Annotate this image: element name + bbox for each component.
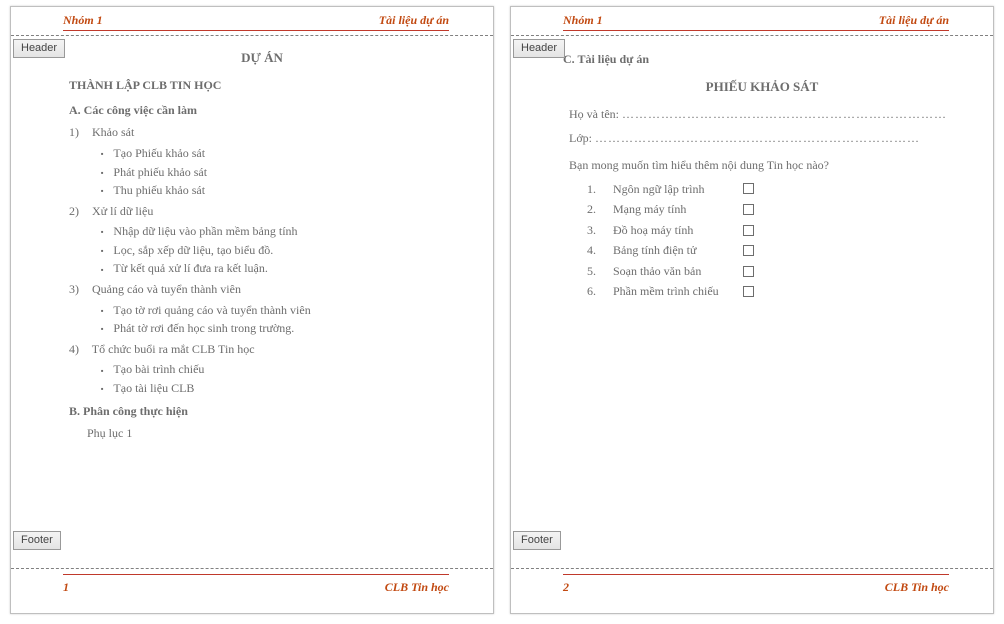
appendix-label: Phụ lục 1: [87, 424, 455, 443]
survey-option: 5. Soạn thảo văn bản: [587, 261, 955, 282]
header-right: Tài liệu dự án: [879, 13, 949, 28]
subtask-list: Tạo bài trình chiếu Tạo tài liệu CLB: [101, 360, 455, 397]
page2-body[interactable]: C. Tài liệu dự án PHIẾU KHẢO SÁT Họ và t…: [511, 36, 993, 312]
survey-title: PHIẾU KHẢO SÁT: [569, 77, 955, 97]
header-rule: [63, 30, 449, 31]
footer-rule: [563, 574, 949, 575]
subtask-list: Tạo tờ rơi quảng cáo và tuyển thành viên…: [101, 301, 455, 338]
subtask: Tạo tờ rơi quảng cáo và tuyển thành viên: [101, 301, 455, 320]
header-rule: [563, 30, 949, 31]
subtask: Từ kết quả xử lí đưa ra kết luận.: [101, 259, 455, 278]
subtask: Nhập dữ liệu vào phần mềm bảng tính: [101, 222, 455, 241]
footer-page-number: 1: [63, 580, 69, 595]
survey-option: 4. Bảng tính điện tử: [587, 240, 955, 261]
task-list: 1) Khảo sát Tạo Phiếu khảo sát Phát phiế…: [69, 123, 455, 397]
survey-option: 1. Ngôn ngữ lập trình: [587, 179, 955, 200]
task-item: 4) Tổ chức buổi ra mắt CLB Tin học Tạo b…: [69, 340, 455, 398]
subtask-list: Tạo Phiếu khảo sát Phát phiếu khảo sát T…: [101, 144, 455, 200]
footer-page-number: 2: [563, 580, 569, 595]
page-1: Nhóm 1 Tài liệu dự án Header DỰ ÁN THÀNH…: [10, 6, 494, 614]
header-tab[interactable]: Header: [513, 39, 565, 58]
subtask: Phát tờ rơi đến học sinh trong trường.: [101, 319, 455, 338]
page-2: Nhóm 1 Tài liệu dự án Header C. Tài liệu…: [510, 6, 994, 614]
survey-options: 1. Ngôn ngữ lập trình 2. Mạng máy tính 3…: [587, 179, 955, 303]
footer-right: CLB Tin học: [385, 580, 449, 595]
page1-body[interactable]: DỰ ÁN THÀNH LẬP CLB TIN HỌC A. Các công …: [11, 36, 493, 453]
section-a: A. Các công việc cần làm: [69, 101, 455, 120]
header-left: Nhóm 1: [563, 13, 603, 28]
document-workspace: Nhóm 1 Tài liệu dự án Header DỰ ÁN THÀNH…: [0, 0, 1004, 620]
page-header: Nhóm 1 Tài liệu dự án: [511, 7, 993, 30]
subtask: Phát phiếu khảo sát: [101, 163, 455, 182]
page-footer: 1 CLB Tin học: [11, 576, 493, 595]
footer-tab[interactable]: Footer: [513, 531, 561, 550]
page-header: Nhóm 1 Tài liệu dự án: [11, 7, 493, 30]
checkbox-icon[interactable]: [743, 245, 754, 256]
footer-separator: [11, 568, 493, 569]
section-b: B. Phân công thực hiện: [69, 402, 455, 421]
subtask-list: Nhập dữ liệu vào phần mềm bảng tính Lọc,…: [101, 222, 455, 278]
page-footer: 2 CLB Tin học: [511, 576, 993, 595]
survey-option: 3. Đồ hoạ máy tính: [587, 220, 955, 241]
header-tab[interactable]: Header: [13, 39, 65, 58]
footer-rule: [63, 574, 449, 575]
checkbox-icon[interactable]: [743, 286, 754, 297]
checkbox-icon[interactable]: [743, 183, 754, 194]
subtask: Tạo tài liệu CLB: [101, 379, 455, 398]
survey-question: Bạn mong muốn tìm hiểu thêm nội dung Tin…: [569, 156, 955, 175]
survey-option: 6. Phần mềm trình chiếu: [587, 281, 955, 302]
subtask: Tạo bài trình chiếu: [101, 360, 455, 379]
checkbox-icon[interactable]: [743, 204, 754, 215]
checkbox-icon[interactable]: [743, 266, 754, 277]
project-label: DỰ ÁN: [69, 48, 455, 68]
task-item: 1) Khảo sát Tạo Phiếu khảo sát Phát phiế…: [69, 123, 455, 199]
footer-right: CLB Tin học: [885, 580, 949, 595]
project-title: THÀNH LẬP CLB TIN HỌC: [69, 76, 455, 95]
header-left: Nhóm 1: [63, 13, 103, 28]
footer-separator: [511, 568, 993, 569]
name-field: Họ và tên: …………………………………………………………………: [569, 105, 955, 124]
task-item: 3) Quảng cáo và tuyển thành viên Tạo tờ …: [69, 280, 455, 338]
header-right: Tài liệu dự án: [379, 13, 449, 28]
subtask: Tạo Phiếu khảo sát: [101, 144, 455, 163]
subtask: Thu phiếu khảo sát: [101, 181, 455, 200]
subtask: Lọc, sắp xếp dữ liệu, tạo biểu đồ.: [101, 241, 455, 260]
task-item: 2) Xử lí dữ liệu Nhập dữ liệu vào phần m…: [69, 202, 455, 278]
checkbox-icon[interactable]: [743, 225, 754, 236]
header-separator: [511, 35, 993, 36]
section-c: C. Tài liệu dự án: [563, 50, 955, 69]
header-separator: [11, 35, 493, 36]
footer-tab[interactable]: Footer: [13, 531, 61, 550]
class-field: Lớp: …………………………………………………………………: [569, 129, 955, 148]
survey-option: 2. Mạng máy tính: [587, 199, 955, 220]
